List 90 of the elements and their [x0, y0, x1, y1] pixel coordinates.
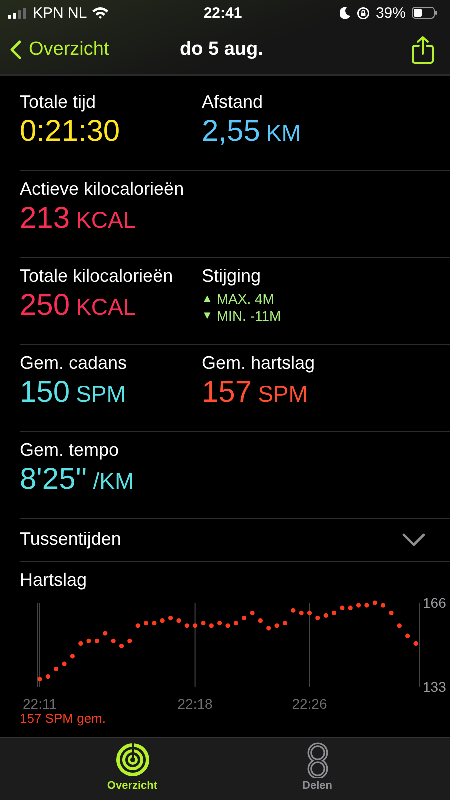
- data-point: [348, 606, 353, 610]
- metric-value: 157 SPM: [202, 376, 309, 410]
- data-point: [381, 603, 386, 608]
- data-point: [209, 624, 214, 628]
- tab[interactable]: Delen: [272, 742, 362, 800]
- metric-value: 8'25'' /KM: [20, 463, 136, 497]
- data-point: [389, 610, 394, 616]
- share-icon: [412, 36, 434, 64]
- metric-label: Gem. hartslag: [202, 353, 316, 374]
- data-point: [168, 616, 174, 621]
- data-point: [332, 610, 337, 616]
- chevron-left-icon: [10, 40, 22, 60]
- tab[interactable]: Overzicht: [88, 742, 178, 800]
- data-point: [218, 621, 222, 626]
- share-button[interactable]: [412, 36, 434, 64]
- metric-label: Gem. tempo: [20, 440, 120, 461]
- data-point: [119, 644, 124, 649]
- rotation-lock-icon: [356, 6, 370, 20]
- triangle-icon: ▲: [202, 291, 213, 308]
- data-point: [299, 610, 304, 616]
- data-point: [356, 603, 362, 608]
- data-point: [258, 618, 263, 624]
- data-point: [103, 631, 108, 636]
- metric-label: Actieve kilocalorieën: [20, 179, 186, 200]
- data-point: [364, 603, 370, 608]
- data-point: [397, 624, 402, 628]
- data-point: [234, 621, 238, 626]
- data-point: [86, 638, 92, 644]
- elevation-value: MIN. -11M: [216, 308, 282, 325]
- back-button[interactable]: Overzicht: [10, 39, 110, 61]
- data-point: [144, 621, 149, 626]
- y-axis-label: 133: [423, 679, 446, 695]
- chart-title: Hartslag: [20, 570, 88, 591]
- metric-value: 213 KCAL: [20, 202, 138, 236]
- data-point: [62, 662, 67, 666]
- x-axis-label: 22:26: [292, 696, 328, 712]
- data-point: [152, 621, 157, 626]
- data-point: [136, 624, 140, 628]
- data-point: [307, 610, 312, 616]
- data-point: [266, 626, 272, 631]
- data-point: [226, 624, 230, 628]
- data-point: [78, 641, 84, 646]
- metric-label: Totale tijd: [20, 92, 98, 113]
- signal-icon: [8, 8, 28, 18]
- triangle-icon: ▼: [202, 308, 213, 325]
- moon-icon: [340, 7, 351, 19]
- data-point: [316, 616, 320, 621]
- data-point: [193, 624, 198, 628]
- metric-value: 0:21:30: [20, 115, 122, 149]
- data-point: [201, 621, 206, 626]
- x-axis-label: 22:11: [23, 696, 57, 712]
- metric-label: Totale kilocalorieën: [20, 266, 174, 287]
- status-time: 22:41: [204, 4, 242, 22]
- data-point: [38, 677, 42, 682]
- average-heart-rate: 157 SPM gem.: [20, 711, 107, 726]
- splits-row[interactable]: Tussentijden: [20, 519, 450, 562]
- data-point: [176, 618, 182, 624]
- activity-rings-icon: [114, 742, 150, 778]
- data-point: [54, 666, 59, 672]
- wifi-icon: [92, 7, 110, 19]
- metric-value: 2,55 KM: [202, 115, 302, 149]
- y-axis-label: 166: [423, 595, 446, 611]
- data-point: [46, 674, 50, 680]
- data-point: [291, 608, 296, 613]
- data-point: [274, 624, 280, 628]
- x-axis-label: 22:18: [178, 696, 213, 712]
- metric-label: Afstand: [202, 92, 264, 113]
- metric-label: Stijging: [202, 266, 262, 287]
- metric-value: 250 KCAL: [20, 289, 138, 323]
- data-point: [414, 641, 418, 646]
- data-point: [94, 638, 100, 644]
- data-point: [250, 610, 255, 616]
- metric-value: 150 SPM: [20, 376, 127, 410]
- data-point: [111, 638, 116, 644]
- nav-title: do 5 aug.: [180, 39, 264, 61]
- data-point: [372, 600, 378, 606]
- metric-label: Gem. cadans: [20, 353, 128, 374]
- data-point: [184, 624, 190, 628]
- data-point: [324, 613, 328, 618]
- data-point: [242, 616, 247, 621]
- elevation-value: MAX. 4M: [216, 291, 274, 308]
- battery-percentage: 39%: [376, 4, 406, 22]
- data-point: [128, 638, 132, 644]
- data-point: [340, 606, 345, 610]
- carrier-name: KPN NL: [33, 4, 88, 22]
- battery-icon: [412, 7, 438, 19]
- data-point: [160, 618, 165, 624]
- data-point: [406, 634, 410, 638]
- data-point: [282, 621, 288, 626]
- data-point: [70, 654, 75, 659]
